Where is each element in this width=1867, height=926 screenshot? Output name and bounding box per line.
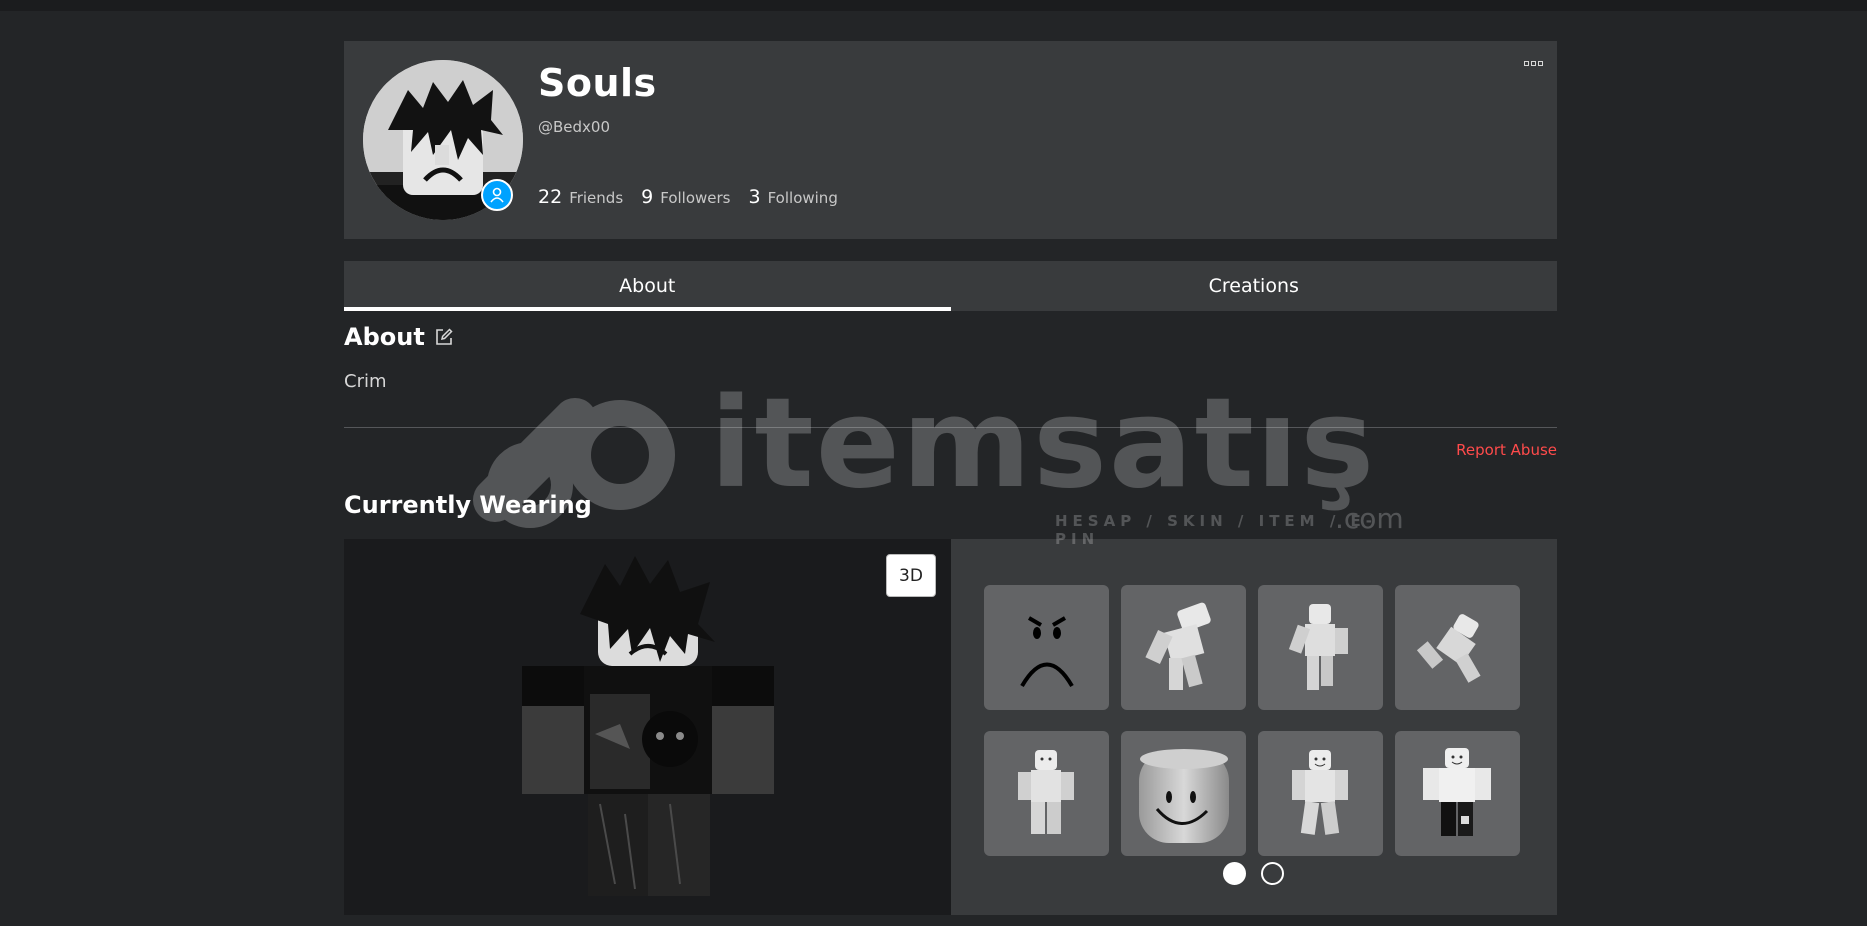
avatar-outfit-icon — [1422, 747, 1491, 836]
items-pagination — [1223, 862, 1284, 885]
item-animation-3[interactable] — [1395, 585, 1520, 710]
item-angry-face[interactable] — [984, 585, 1109, 710]
wearing-items-panel — [951, 539, 1557, 915]
angry-face-icon — [1019, 615, 1074, 687]
item-animation-1[interactable] — [1121, 585, 1246, 710]
animation-pose-icon — [1291, 749, 1348, 835]
item-outfit[interactable] — [1395, 731, 1520, 856]
watermark-word: itemsatış — [710, 372, 1377, 516]
presence-badge-icon — [481, 179, 513, 211]
followers-label: Followers — [660, 189, 731, 207]
avatar-full-body-image — [522, 556, 774, 896]
animation-pose-icon — [1416, 613, 1481, 683]
about-heading-row: About — [344, 323, 454, 351]
animation-pose-icon — [1288, 603, 1348, 690]
avatar-viewer[interactable]: 3D — [344, 539, 951, 915]
top-navigation-bar — [0, 0, 1867, 11]
followers-count: 9 — [641, 186, 654, 208]
friends-count: 22 — [538, 186, 563, 208]
friends-stat[interactable]: 22 Friends — [538, 186, 623, 208]
following-stat[interactable]: 3 Following — [749, 186, 838, 208]
item-classic-head[interactable] — [1121, 731, 1246, 856]
currently-wearing-heading: Currently Wearing — [344, 491, 592, 519]
following-count: 3 — [748, 186, 761, 208]
profile-header-card: Souls @Bedx00 22 Friends 9 Followers 3 F… — [344, 41, 1557, 239]
profile-container: Souls @Bedx00 22 Friends 9 Followers 3 F… — [344, 41, 1557, 915]
profile-stats: 22 Friends 9 Followers 3 Following — [538, 186, 856, 208]
followers-stat[interactable]: 9 Followers — [641, 186, 730, 208]
page-dot-1[interactable] — [1223, 862, 1246, 885]
divider — [344, 427, 1557, 428]
report-abuse-link[interactable]: Report Abuse — [1456, 441, 1557, 459]
animation-pose-icon — [1017, 749, 1074, 834]
more-options-icon[interactable] — [1524, 61, 1543, 66]
about-heading: About — [344, 323, 425, 351]
classic-head-icon — [1138, 748, 1229, 843]
item-animation-4[interactable] — [984, 731, 1109, 856]
animation-pose-icon — [1144, 602, 1211, 690]
item-animation-2[interactable] — [1258, 585, 1383, 710]
edit-icon[interactable] — [434, 327, 454, 347]
username: @Bedx00 — [538, 118, 611, 136]
page-dot-2[interactable] — [1261, 862, 1284, 885]
watermark-domain: .com — [1335, 502, 1404, 535]
tab-creations[interactable]: Creations — [951, 261, 1558, 311]
item-animation-5[interactable] — [1258, 731, 1383, 856]
toggle-3d-button[interactable]: 3D — [886, 554, 936, 597]
wearing-items-grid — [984, 585, 1520, 856]
friends-label: Friends — [569, 189, 624, 207]
profile-tabs: About Creations — [344, 261, 1557, 311]
watermark: itemsatış HESAP / SKIN / ITEM / E-PIN .c… — [455, 372, 1415, 548]
tab-about[interactable]: About — [344, 261, 951, 311]
about-description: Crim — [344, 371, 387, 392]
following-label: Following — [767, 189, 838, 207]
display-name: Souls — [538, 61, 657, 105]
